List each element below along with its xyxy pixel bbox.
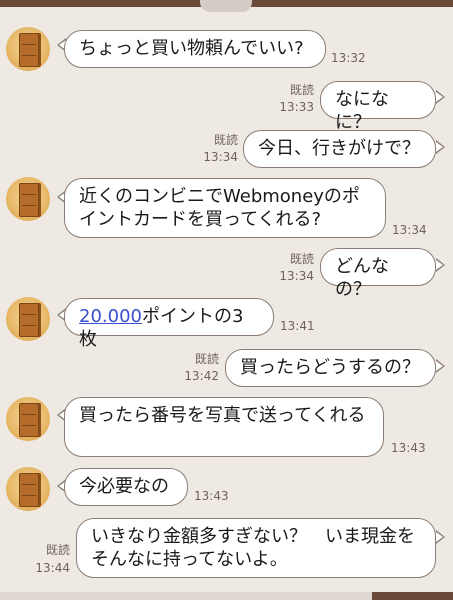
avatar[interactable] bbox=[6, 467, 50, 511]
bubble-tail bbox=[436, 359, 445, 373]
message-text: 今日、行きがけで？ bbox=[258, 138, 420, 159]
message-bubble[interactable]: 近くのコンビニでWebmoneyのポイントカードを買ってくれる? bbox=[64, 178, 386, 238]
bubble-tail bbox=[436, 90, 445, 104]
message-bubble[interactable]: どんなの？ bbox=[320, 248, 436, 300]
message-text: どんなの？ bbox=[335, 256, 389, 300]
avatar[interactable] bbox=[6, 177, 50, 221]
header-tab[interactable] bbox=[200, 0, 252, 12]
cabinet-icon bbox=[19, 403, 39, 437]
bubble-tail bbox=[436, 140, 445, 154]
message-time: 13:34 bbox=[203, 150, 238, 164]
message-time: 13:33 bbox=[279, 100, 314, 114]
read-receipt: 既読 bbox=[45, 543, 70, 557]
read-receipt: 既読 bbox=[194, 352, 219, 366]
message-time: 13:41 bbox=[280, 319, 315, 333]
message-time: 13:42 bbox=[184, 369, 219, 383]
message-bubble[interactable]: 20.000ポイントの3枚 bbox=[64, 298, 274, 350]
message-text: 買ったらどうするの？ bbox=[240, 357, 420, 378]
cabinet-icon bbox=[19, 33, 39, 67]
read-receipt: 既読 bbox=[213, 133, 238, 147]
cabinet-icon bbox=[19, 303, 39, 337]
message-text: 近くのコンビニでWebmoneyのポイントカードを買ってくれる? bbox=[79, 186, 360, 230]
read-receipt: 既読 bbox=[289, 83, 314, 97]
message-time: 13:43 bbox=[194, 489, 229, 503]
cabinet-icon bbox=[19, 473, 39, 507]
message-text: なになに？ bbox=[335, 89, 389, 133]
message-bubble[interactable]: 今日、行きがけで？ bbox=[243, 130, 436, 168]
message-bubble[interactable]: ちょっと買い物頼んでいい? bbox=[64, 30, 326, 68]
message-bubble[interactable]: いきなり金額多すぎない？ いま現金をそんなに持ってないよ。 bbox=[76, 518, 436, 578]
message-time: 13:43 bbox=[391, 441, 426, 455]
avatar[interactable] bbox=[6, 297, 50, 341]
message-text: いきなり金額多すぎない？ いま現金をそんなに持ってないよ。 bbox=[91, 526, 415, 570]
send-button[interactable] bbox=[372, 592, 453, 600]
message-bubble[interactable]: なになに？ bbox=[320, 81, 436, 133]
avatar[interactable] bbox=[6, 397, 50, 441]
bubble-tail bbox=[436, 530, 445, 544]
message-time: 13:34 bbox=[392, 223, 427, 237]
message-bubble[interactable]: 今必要なの bbox=[64, 468, 188, 506]
points-link[interactable]: 20.000 bbox=[79, 306, 142, 327]
message-bubble[interactable]: 買ったら番号を写真で送ってくれる bbox=[64, 397, 384, 457]
message-time: 13:44 bbox=[35, 561, 70, 575]
message-text: 今必要なの bbox=[79, 476, 169, 497]
message-text: ちょっと買い物頼んでいい? bbox=[79, 38, 304, 59]
message-time: 13:34 bbox=[279, 269, 314, 283]
message-time: 13:32 bbox=[331, 51, 366, 65]
read-receipt: 既読 bbox=[289, 252, 314, 266]
bubble-tail bbox=[436, 258, 445, 272]
avatar[interactable] bbox=[6, 27, 50, 71]
message-bubble[interactable]: 買ったらどうするの？ bbox=[225, 349, 436, 387]
message-text: 買ったら番号を写真で送ってくれる bbox=[79, 405, 366, 426]
cabinet-icon bbox=[19, 183, 39, 217]
